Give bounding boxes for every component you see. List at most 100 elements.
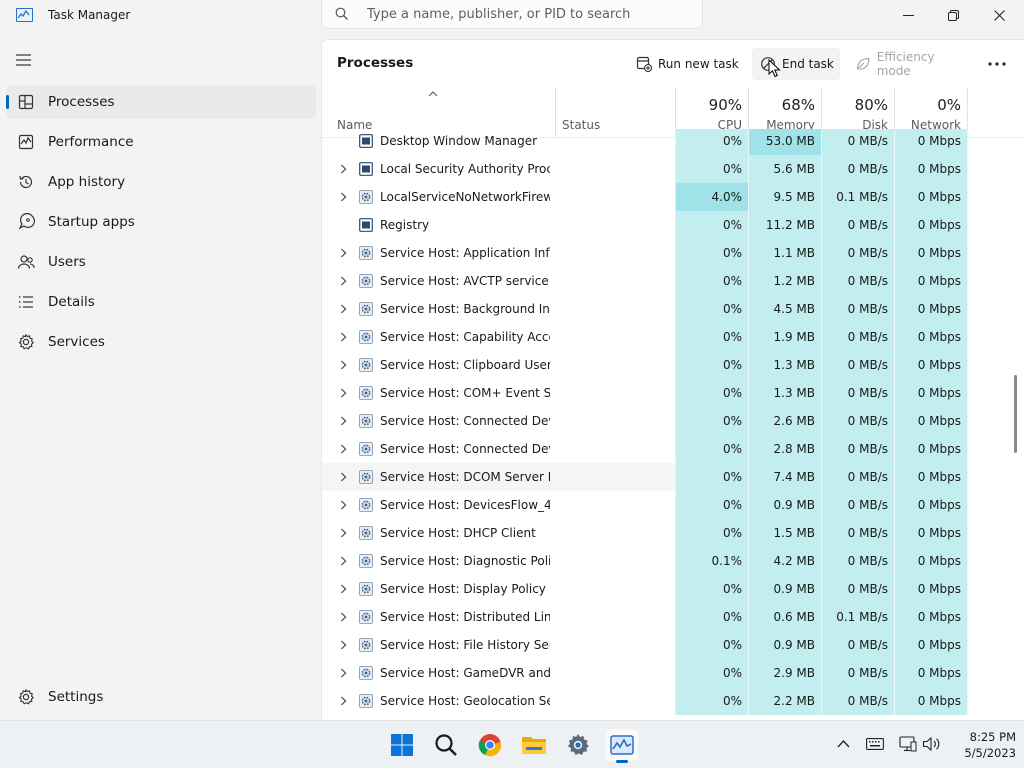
- network-icon[interactable]: [899, 736, 917, 752]
- table-row[interactable]: Service Host: COM+ Event Sys...0%1.3 MB0…: [322, 379, 968, 407]
- expand-chevron-icon[interactable]: [340, 584, 347, 594]
- table-row[interactable]: Local Security Authority Proce... 0%5.6 M…: [322, 155, 968, 183]
- process-name-cell: Service Host: DCOM Server Pr...: [322, 463, 556, 491]
- expand-chevron-icon[interactable]: [340, 416, 347, 426]
- table-row[interactable]: Service Host: File History Servi... 0%0.9…: [322, 631, 968, 659]
- table-row[interactable]: Service Host: Diagnostic Polic... 0.1%4.2…: [322, 547, 968, 575]
- expand-chevron-icon[interactable]: [340, 668, 347, 678]
- process-name: Service Host: GameDVR and B...: [380, 666, 550, 680]
- process-status-cell: [556, 323, 676, 351]
- maximize-button[interactable]: [930, 0, 976, 30]
- search-box[interactable]: [321, 0, 703, 29]
- expand-chevron-icon[interactable]: [340, 360, 347, 370]
- process-name-cell: LocalServiceNoNetworkFirewa...: [322, 183, 556, 211]
- sidebar-item-details[interactable]: Details: [6, 285, 316, 319]
- expand-chevron-icon[interactable]: [340, 332, 347, 342]
- efficiency-mode-button[interactable]: Efficiency mode: [847, 48, 971, 80]
- expand-chevron-icon[interactable]: [340, 696, 347, 706]
- table-row[interactable]: Service Host: Display Policy Se... 0%0.9 …: [322, 575, 968, 603]
- details-icon: [19, 296, 33, 308]
- process-status-cell: [556, 239, 676, 267]
- sidebar-item-label: App history: [48, 174, 126, 190]
- service-gear-icon: [359, 694, 373, 708]
- cpu-cell: 0%: [676, 267, 749, 295]
- close-button[interactable]: [976, 0, 1022, 30]
- taskbar-search-button[interactable]: [430, 729, 462, 761]
- sidebar-item-processes[interactable]: Processes: [6, 85, 316, 119]
- show-hidden-icons-chevron-up-icon[interactable]: [837, 739, 850, 748]
- sidebar-item-users[interactable]: Users: [6, 245, 316, 279]
- page-title: Processes: [337, 55, 414, 71]
- task-manager-taskbar-button[interactable]: [606, 729, 638, 763]
- process-name-cell: Service Host: Display Policy Se...: [322, 575, 556, 603]
- process-name-cell: Service Host: GameDVR and B...: [322, 659, 556, 687]
- table-row[interactable]: Service Host: DevicesFlow_4f5470%0.9 MB0…: [322, 491, 968, 519]
- expand-chevron-icon[interactable]: [340, 472, 347, 482]
- expand-chevron-icon[interactable]: [340, 192, 347, 202]
- expand-chevron-icon[interactable]: [340, 304, 347, 314]
- expand-chevron-icon[interactable]: [340, 528, 347, 538]
- end-task-button[interactable]: End task: [752, 48, 840, 80]
- table-row[interactable]: Service Host: Connected Devi...0%2.6 MB0…: [322, 407, 968, 435]
- volume-icon[interactable]: [922, 736, 942, 752]
- table-row[interactable]: LocalServiceNoNetworkFirewa... 4.0%9.5 MB…: [322, 183, 968, 211]
- table-row[interactable]: Service Host: Application Infor... 0%1.1 …: [322, 239, 968, 267]
- expand-chevron-icon[interactable]: [340, 556, 347, 566]
- table-row[interactable]: Service Host: Geolocation Serv... 0%2.2 M…: [322, 687, 968, 715]
- table-row[interactable]: Service Host: DCOM Server Pr...0%7.4 MB0…: [322, 463, 968, 491]
- table-row[interactable]: Service Host: GameDVR and B...0%2.9 MB0 …: [322, 659, 968, 687]
- sidebar-item-services[interactable]: Services: [6, 325, 316, 359]
- sidebar-item-performance[interactable]: Performance: [6, 125, 316, 159]
- table-row[interactable]: Service Host: Clipboard User S... 0%1.3 M…: [322, 351, 968, 379]
- process-status-cell: [556, 407, 676, 435]
- process-name: Registry: [380, 218, 430, 232]
- network-cell: 0 Mbps: [895, 659, 968, 687]
- cpu-cell: 0%: [676, 129, 749, 155]
- start-button[interactable]: [386, 729, 418, 761]
- service-gear-icon: [359, 386, 373, 400]
- table-row[interactable]: Desktop Window Manager 0% 53.0 MB 0 MB/s 0 M…: [322, 129, 968, 155]
- expand-chevron-icon[interactable]: [340, 276, 347, 286]
- minimize-button[interactable]: [885, 0, 931, 30]
- process-name-cell: Service Host: Capability Acces...: [322, 323, 556, 351]
- search-input[interactable]: [367, 5, 687, 23]
- vertical-scrollbar-thumb[interactable]: [1014, 375, 1017, 453]
- disk-cell: 0 MB/s: [822, 211, 895, 239]
- expand-chevron-icon[interactable]: [340, 500, 347, 510]
- settings-app-button[interactable]: [562, 729, 594, 761]
- task-manager-app-icon: [16, 8, 33, 22]
- process-name: Service Host: COM+ Event Sys...: [380, 386, 550, 400]
- sidebar-item-label: Startup apps: [48, 214, 135, 230]
- process-name-cell: Registry: [322, 211, 556, 239]
- file-explorer-button[interactable]: [518, 729, 550, 761]
- disk-cell: 0 MB/s: [822, 323, 895, 351]
- sidebar-item-startup-apps[interactable]: Startup apps: [6, 205, 316, 239]
- table-row[interactable]: Service Host: AVCTP service 0% 1.2 MB 0 MB/…: [322, 267, 968, 295]
- chrome-button[interactable]: [474, 729, 506, 761]
- disk-cell: 0 MB/s: [822, 267, 895, 295]
- hamburger-menu-button[interactable]: [14, 52, 34, 68]
- sidebar-item-settings[interactable]: Settings: [6, 680, 316, 714]
- sidebar-item-app-history[interactable]: App history: [6, 165, 316, 199]
- keyboard-icon[interactable]: [866, 738, 884, 750]
- run-new-task-icon: [636, 56, 652, 72]
- process-name-cell: Service Host: Diagnostic Polic...: [322, 547, 556, 575]
- expand-chevron-icon[interactable]: [340, 164, 347, 174]
- more-options-button[interactable]: [978, 48, 1016, 80]
- table-row[interactable]: Service Host: Capability Acces... 0%1.9 M…: [322, 323, 968, 351]
- table-row[interactable]: Registry 0% 11.2 MB 0 MB/s 0 Mbps: [322, 211, 968, 239]
- table-row[interactable]: Service Host: Distributed Link ... 0%0.6 …: [322, 603, 968, 631]
- users-icon: [17, 255, 35, 269]
- table-row[interactable]: Service Host: Connected Devi...0%2.8 MB0…: [322, 435, 968, 463]
- cpu-cell: 0%: [676, 407, 749, 435]
- memory-cell: 1.2 MB: [749, 267, 822, 295]
- expand-chevron-icon[interactable]: [340, 640, 347, 650]
- expand-chevron-icon[interactable]: [340, 388, 347, 398]
- system-clock[interactable]: 8:25 PM 5/5/2023: [944, 729, 1016, 761]
- expand-chevron-icon[interactable]: [340, 248, 347, 258]
- table-row[interactable]: Service Host: DHCP Client 0% 1.5 MB 0 MB/s 0…: [322, 519, 968, 547]
- run-new-task-button[interactable]: Run new task: [628, 48, 740, 80]
- table-row[interactable]: Service Host: Background Inte... 0%4.5 MB…: [322, 295, 968, 323]
- expand-chevron-icon[interactable]: [340, 444, 347, 454]
- expand-chevron-icon[interactable]: [340, 612, 347, 622]
